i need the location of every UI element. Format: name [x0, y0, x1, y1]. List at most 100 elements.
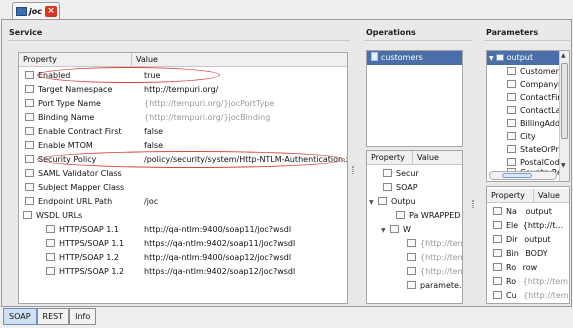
property-value-endpoint-url-path[interactable]: /joc — [144, 195, 158, 209]
parameter-property-row[interactable]: Ele {http://t... — [493, 219, 563, 233]
parameters-tree-horizontal-scrollbar[interactable] — [489, 171, 557, 180]
property-row-http-soap-1-1[interactable]: HTTP/SOAP 1.1 — [46, 223, 119, 237]
property-value[interactable]: {http://tempu — [420, 253, 462, 262]
property-row-http-soap-1-2[interactable]: HTTP/SOAP 1.2 — [46, 251, 119, 265]
parameter-item[interactable]: CompanyN — [507, 78, 564, 92]
operation-property-row[interactable]: ▼ Outpu — [369, 195, 416, 209]
operation-property-row[interactable]: paramete... — [407, 279, 462, 293]
parameter-item[interactable]: BillingAddr — [507, 117, 563, 131]
parameter-item[interactable]: ContactLas — [507, 104, 565, 118]
operation-property-row[interactable]: SOAP — [383, 181, 418, 195]
close-tab-icon[interactable]: × — [45, 5, 57, 17]
operation-property-row[interactable]: {http://tempu — [407, 237, 462, 251]
parameter-property-table[interactable]: Property Value Na output Ele {http://t..… — [486, 186, 570, 304]
property-value[interactable]: paramete... — [420, 281, 462, 290]
operations-list[interactable]: customers — [366, 50, 463, 147]
property-row-saml-validator-class[interactable]: SAML Validator Class — [25, 167, 122, 181]
parameter-item[interactable]: ContactFirs — [507, 91, 565, 105]
property-icon — [25, 113, 34, 121]
parameter-root-output[interactable]: ▼ output — [487, 51, 559, 65]
property-row-enable-mtom[interactable]: Enable MTOM — [25, 139, 93, 153]
service-property-table[interactable]: Property Value Enabled true Target Names… — [18, 52, 348, 304]
operation-property-table[interactable]: Property Value Secur SOAP ▼ Outpu Pa WRAP… — [366, 150, 463, 304]
parameters-panel-title: Parameters — [486, 28, 539, 37]
property-value-http-soap-1-1[interactable]: http://qa-ntlm:9400/soap11/joc?wsdl — [144, 223, 291, 237]
service-value-column-header[interactable]: Value — [132, 53, 347, 67]
property-value-port-type-name[interactable]: {http://tempuri.org/}jocPortType — [144, 97, 274, 111]
property-row-https-soap-1-2[interactable]: HTTPS/SOAP 1.2 — [46, 265, 124, 279]
property-label: Binding Name — [38, 113, 95, 122]
property-row-endpoint-url-path[interactable]: Endpoint URL Path — [25, 195, 112, 209]
scrollbar-thumb[interactable] — [561, 63, 568, 139]
property-icon — [25, 155, 34, 163]
property-value-https-soap-1-2[interactable]: https://qa-ntlm:9402/soap12/joc?wsdl — [144, 265, 295, 279]
expand-toggle-icon[interactable]: ▼ — [381, 224, 387, 238]
property-value[interactable]: row — [523, 263, 538, 272]
parameters-tree-vertical-scrollbar[interactable]: ▲ ▼ — [559, 51, 569, 181]
expand-toggle-icon[interactable]: ▼ — [369, 196, 375, 210]
editor-tab[interactable]: joc × — [12, 2, 60, 19]
expand-toggle-icon[interactable]: ▼ — [19, 210, 20, 224]
tab-soap[interactable]: SOAP — [3, 308, 37, 325]
parameter-property-column-header[interactable]: Property — [487, 189, 534, 203]
property-value-http-soap-1-2[interactable]: http://qa-ntlm:9400/soap12/joc?wsdl — [144, 251, 291, 265]
parameter-property-row[interactable]: Cu {http://tem — [493, 289, 569, 303]
property-row-port-type-name[interactable]: Port Type Name — [25, 97, 101, 111]
property-value[interactable]: {http://tempu — [420, 267, 462, 276]
operation-property-row[interactable]: Secur — [383, 167, 419, 181]
operation-property-row[interactable]: ▼ W — [381, 223, 411, 237]
service-operations-splitter[interactable] — [351, 40, 355, 306]
operation-property-row[interactable]: {http://tempu — [407, 265, 462, 279]
property-icon — [25, 197, 34, 205]
property-row-wsdl-urls[interactable]: ▼ WSDL URLs — [19, 209, 82, 224]
property-label: Port Type Name — [38, 99, 101, 108]
tab-info[interactable]: Info — [69, 308, 97, 325]
property-row-target-namespace[interactable]: Target Namespace — [25, 83, 112, 97]
parameter-item[interactable]: StateOrPro — [507, 143, 563, 157]
parameter-item[interactable]: City — [507, 130, 536, 144]
property-label: W — [403, 225, 411, 234]
parameter-item[interactable]: Customerl — [507, 65, 561, 79]
property-value[interactable]: {http://tem — [523, 291, 568, 300]
property-value-enable-contract-first[interactable]: false — [144, 125, 163, 139]
parameter-property-row[interactable]: Bin BODY — [493, 247, 548, 261]
property-value[interactable]: {http://t... — [523, 221, 563, 230]
operations-parameters-splitter[interactable] — [471, 40, 475, 306]
property-icon — [46, 239, 55, 247]
parameters-tree[interactable]: ▼ output Customerl CompanyN ContactFirs C… — [486, 50, 570, 182]
service-property-column-header[interactable]: Property — [19, 53, 132, 67]
property-row-subject-mapper-class[interactable]: Subject Mapper Class — [25, 181, 124, 195]
operation-item-customers[interactable]: customers — [367, 51, 462, 65]
property-value-https-soap-1-1[interactable]: https://qa-ntlm:9402/soap11/joc?wsdl — [144, 237, 295, 251]
scroll-up-arrow-icon[interactable]: ▲ — [561, 52, 566, 59]
property-row-enable-contract-first[interactable]: Enable Contract First — [25, 125, 122, 139]
parameter-property-row[interactable]: Na output — [493, 205, 552, 219]
tab-rest[interactable]: REST — [36, 308, 70, 325]
parameter-property-row[interactable]: Ro row — [493, 261, 537, 275]
property-value[interactable]: output — [525, 207, 551, 216]
property-label: HTTPS/SOAP 1.1 — [59, 239, 125, 248]
property-row-binding-name[interactable]: Binding Name — [25, 111, 94, 125]
parameters-panel-divider — [484, 40, 570, 41]
scroll-down-arrow-icon[interactable]: ▼ — [561, 162, 566, 169]
splitter-grip — [472, 200, 474, 208]
operation-property-column-header[interactable]: Property — [367, 151, 413, 165]
property-icon — [407, 267, 416, 275]
property-group-icon — [23, 211, 32, 219]
parameter-property-row[interactable]: Ro {http://tem — [493, 275, 568, 289]
operation-value-column-header[interactable]: Value — [413, 151, 462, 165]
property-value[interactable]: BODY — [525, 249, 547, 258]
parameter-value-column-header[interactable]: Value — [534, 189, 569, 203]
property-value[interactable]: output — [524, 235, 550, 244]
property-value-target-namespace[interactable]: http://tempuri.org/ — [144, 83, 218, 97]
property-value[interactable]: {http://tempu — [420, 239, 462, 248]
parameter-property-row[interactable]: Dir output — [493, 233, 551, 247]
property-row-https-soap-1-1[interactable]: HTTPS/SOAP 1.1 — [46, 237, 124, 251]
property-value[interactable]: {http://tem — [523, 277, 568, 286]
operation-property-row[interactable]: Pa WRAPPED — [396, 209, 460, 223]
expand-toggle-icon[interactable]: ▼ — [489, 55, 494, 62]
property-value-binding-name[interactable]: {http://tempuri.org/}jocBinding — [144, 111, 270, 125]
property-value[interactable]: WRAPPED — [421, 211, 460, 220]
operation-property-row[interactable]: {http://tempu — [407, 251, 462, 265]
scrollbar-thumb[interactable] — [502, 173, 532, 178]
